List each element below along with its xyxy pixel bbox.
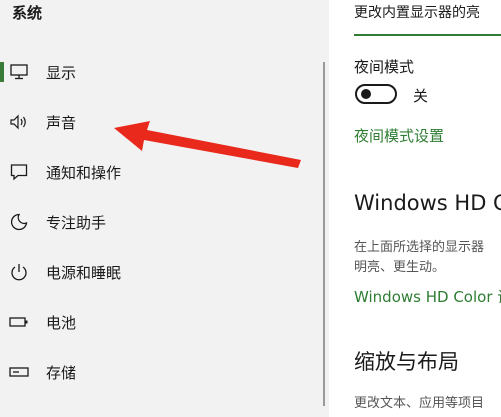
hd-color-settings-link[interactable]: Windows HD Color 设 [354, 286, 501, 307]
sidebar-title: 系统 [12, 4, 43, 22]
sidebar-item-label: 声音 [46, 113, 77, 132]
sidebar-item-label: 电源和睡眠 [46, 263, 122, 282]
sidebar-item-notifications[interactable]: 通知和操作 [0, 152, 329, 192]
toggle-knob [361, 89, 371, 99]
power-icon [8, 261, 30, 283]
sidebar-scrollbar[interactable] [323, 62, 325, 406]
scale-layout-description: 更改文本、应用等项目 [354, 396, 485, 411]
sidebar-item-storage[interactable]: 存储 [0, 352, 329, 392]
hd-color-heading: Windows HD Co [354, 191, 501, 215]
sidebar-item-sound[interactable]: 声音 [0, 102, 329, 142]
sidebar-item-label: 通知和操作 [46, 163, 122, 182]
night-mode-toggle[interactable] [355, 84, 397, 104]
sidebar-item-display[interactable]: 显示 [0, 52, 329, 92]
sidebar-item-label: 显示 [46, 63, 77, 82]
main-content: 更改内置显示器的亮 夜间模式 关 夜间模式设置 Windows HD Co 在上… [329, 0, 501, 417]
speaker-icon [8, 111, 30, 133]
storage-icon [8, 361, 30, 383]
sidebar-item-label: 存储 [46, 363, 77, 382]
sidebar: 系统 显示 声音 通知和操作 专注助手 电源和睡眠 电池 存储 [0, 0, 329, 417]
sidebar-item-label: 专注助手 [46, 213, 107, 232]
brightness-description: 更改内置显示器的亮 [354, 5, 480, 21]
sidebar-item-power[interactable]: 电源和睡眠 [0, 252, 329, 292]
hd-color-description-line1: 在上面所选择的显示器 [354, 240, 485, 255]
notification-icon [8, 161, 30, 183]
sidebar-item-focus-assist[interactable]: 专注助手 [0, 202, 329, 242]
monitor-icon [8, 61, 30, 83]
night-mode-settings-link[interactable]: 夜间模式设置 [354, 125, 444, 146]
night-mode-label: 夜间模式 [354, 58, 415, 76]
selection-indicator [0, 62, 4, 82]
scale-layout-heading: 缩放与布局 [354, 350, 459, 374]
brightness-slider-track[interactable] [354, 34, 501, 36]
moon-icon [8, 211, 30, 233]
night-mode-state: 关 [413, 87, 429, 105]
sidebar-item-label: 电池 [46, 313, 77, 332]
hd-color-description-line2: 明亮、更生动。 [354, 260, 446, 275]
battery-icon [8, 311, 30, 333]
sidebar-item-battery[interactable]: 电池 [0, 302, 329, 342]
